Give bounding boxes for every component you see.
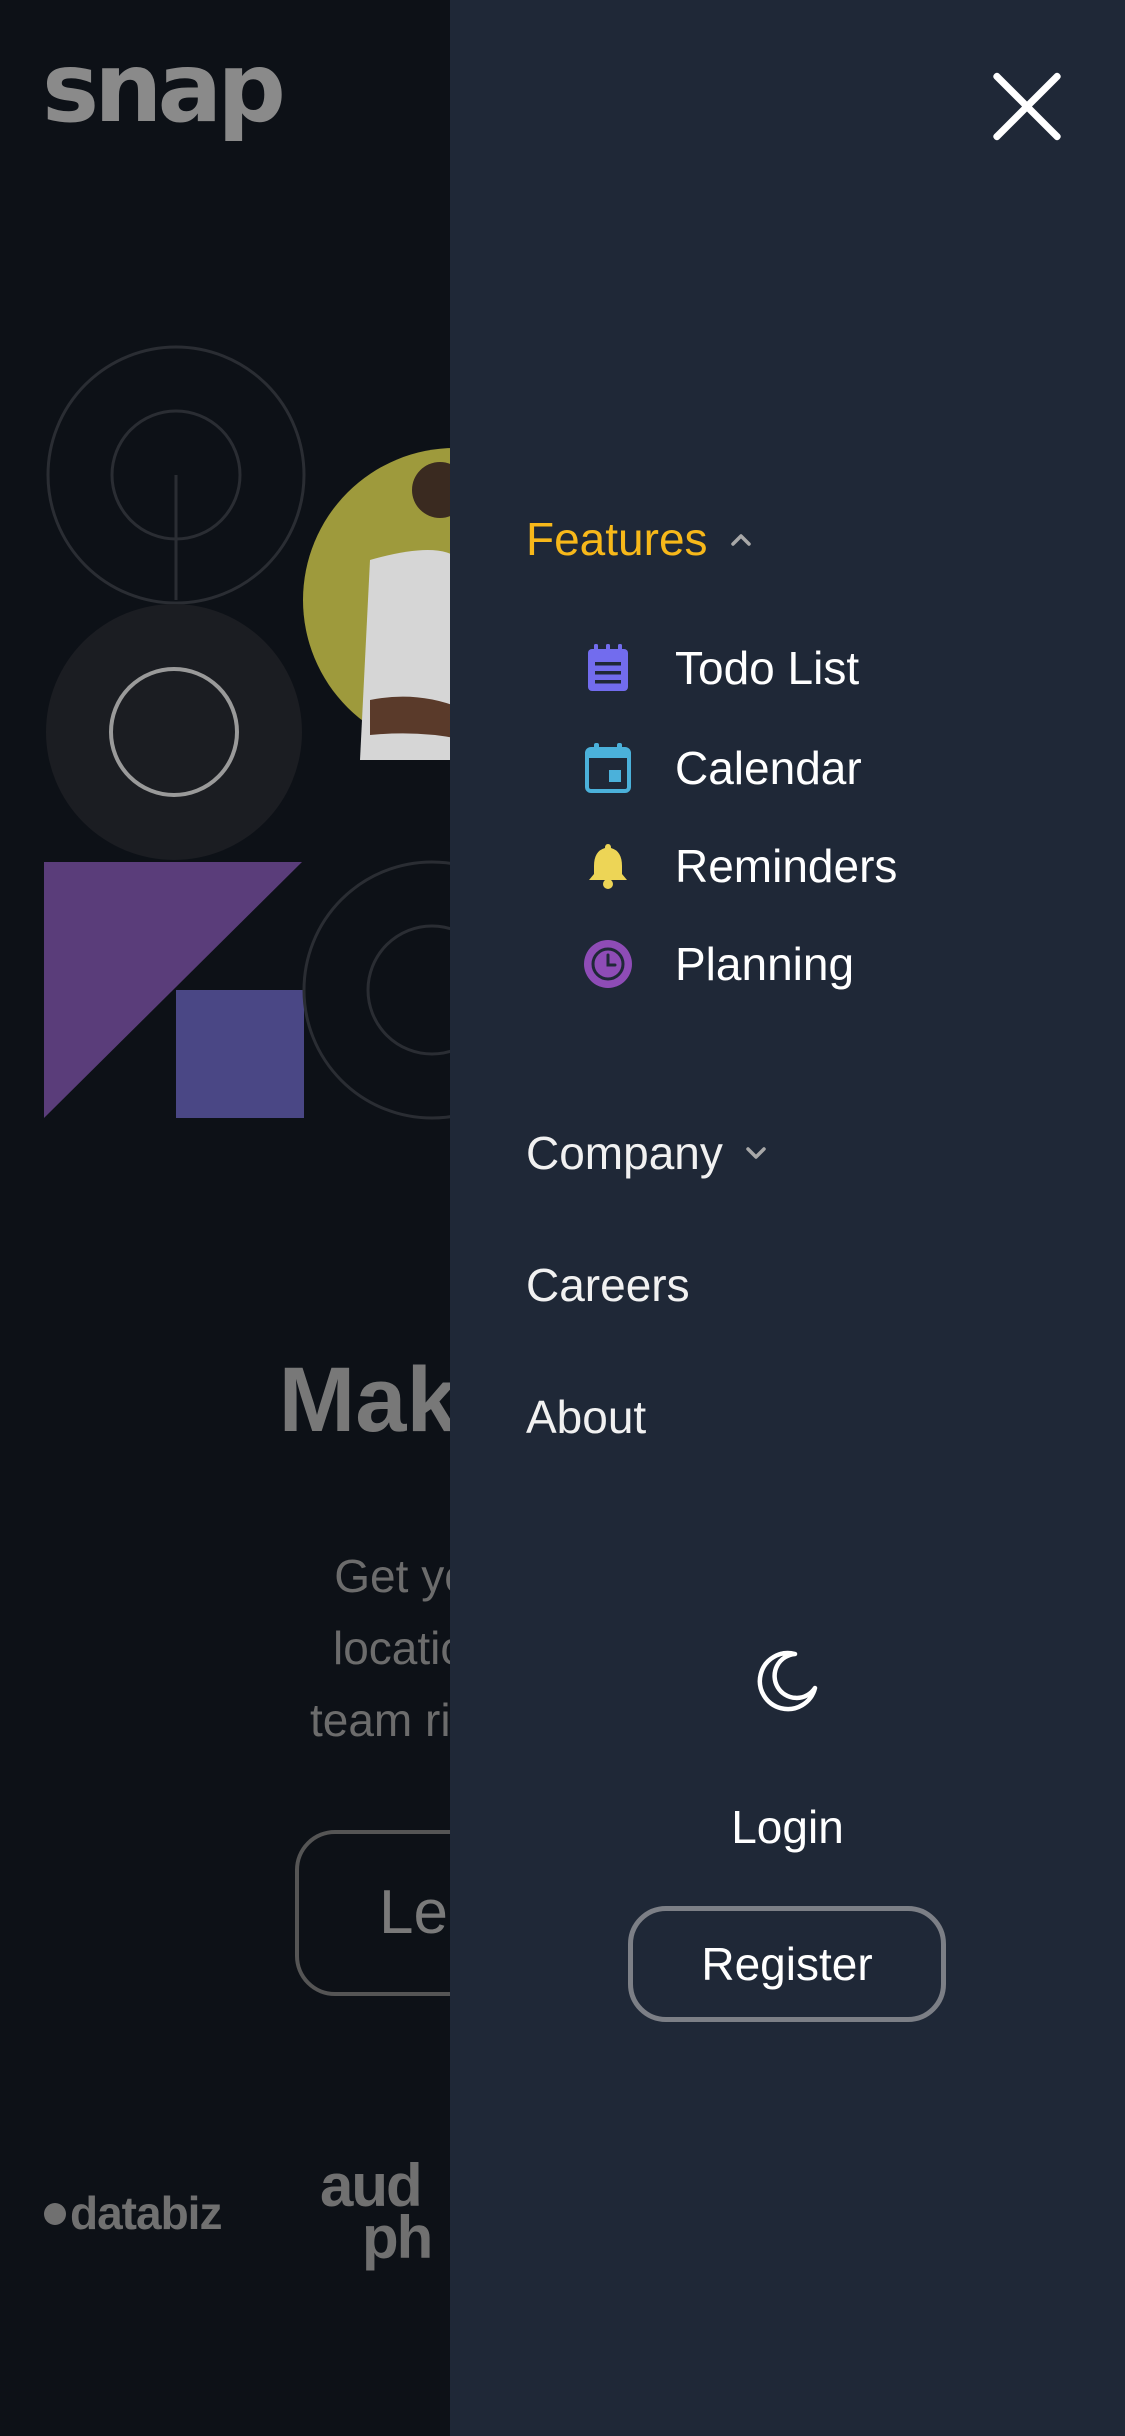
nav-item-label: About	[526, 1391, 647, 1443]
submenu-item-label: Calendar	[675, 742, 862, 794]
nav-drawer	[450, 0, 1125, 2436]
submenu-item-planning[interactable]: Planning	[582, 938, 854, 990]
nav-item-company[interactable]: Company	[526, 1126, 771, 1180]
submenu-item-calendar[interactable]: Calendar	[582, 742, 862, 794]
bell-icon	[589, 844, 627, 889]
hero-illustration	[44, 345, 460, 1120]
close-icon[interactable]	[987, 66, 1067, 146]
submenu-item-label: Reminders	[675, 840, 898, 892]
submenu-item-reminders[interactable]: Reminders	[582, 840, 897, 892]
nav-item-label: Company	[526, 1127, 723, 1179]
audiophile-logo: aud ph	[320, 2152, 433, 2271]
login-link[interactable]: Login	[575, 1800, 1000, 1854]
register-button[interactable]: Register	[628, 1906, 946, 2022]
nav-item-careers[interactable]: Careers	[526, 1258, 690, 1312]
submenu-item-label: Planning	[675, 938, 855, 990]
databiz-logo: databiz	[44, 2186, 222, 2240]
chevron-up-icon	[730, 534, 751, 546]
clock-icon	[584, 940, 632, 988]
brand-logo: snap	[42, 32, 286, 144]
nav-item-label: Features	[526, 513, 708, 565]
nav-item-about[interactable]: About	[526, 1390, 646, 1444]
nav-item-features[interactable]: Features	[526, 512, 756, 566]
chevron-down-icon	[746, 1147, 766, 1159]
calendar-icon	[585, 743, 631, 793]
submenu-item-label: Todo List	[675, 642, 860, 694]
moon-icon[interactable]	[757, 1648, 821, 1712]
submenu-item-todo-list[interactable]: Todo List	[582, 642, 859, 694]
nav-item-label: Careers	[526, 1259, 690, 1311]
todo-list-icon	[588, 644, 628, 691]
